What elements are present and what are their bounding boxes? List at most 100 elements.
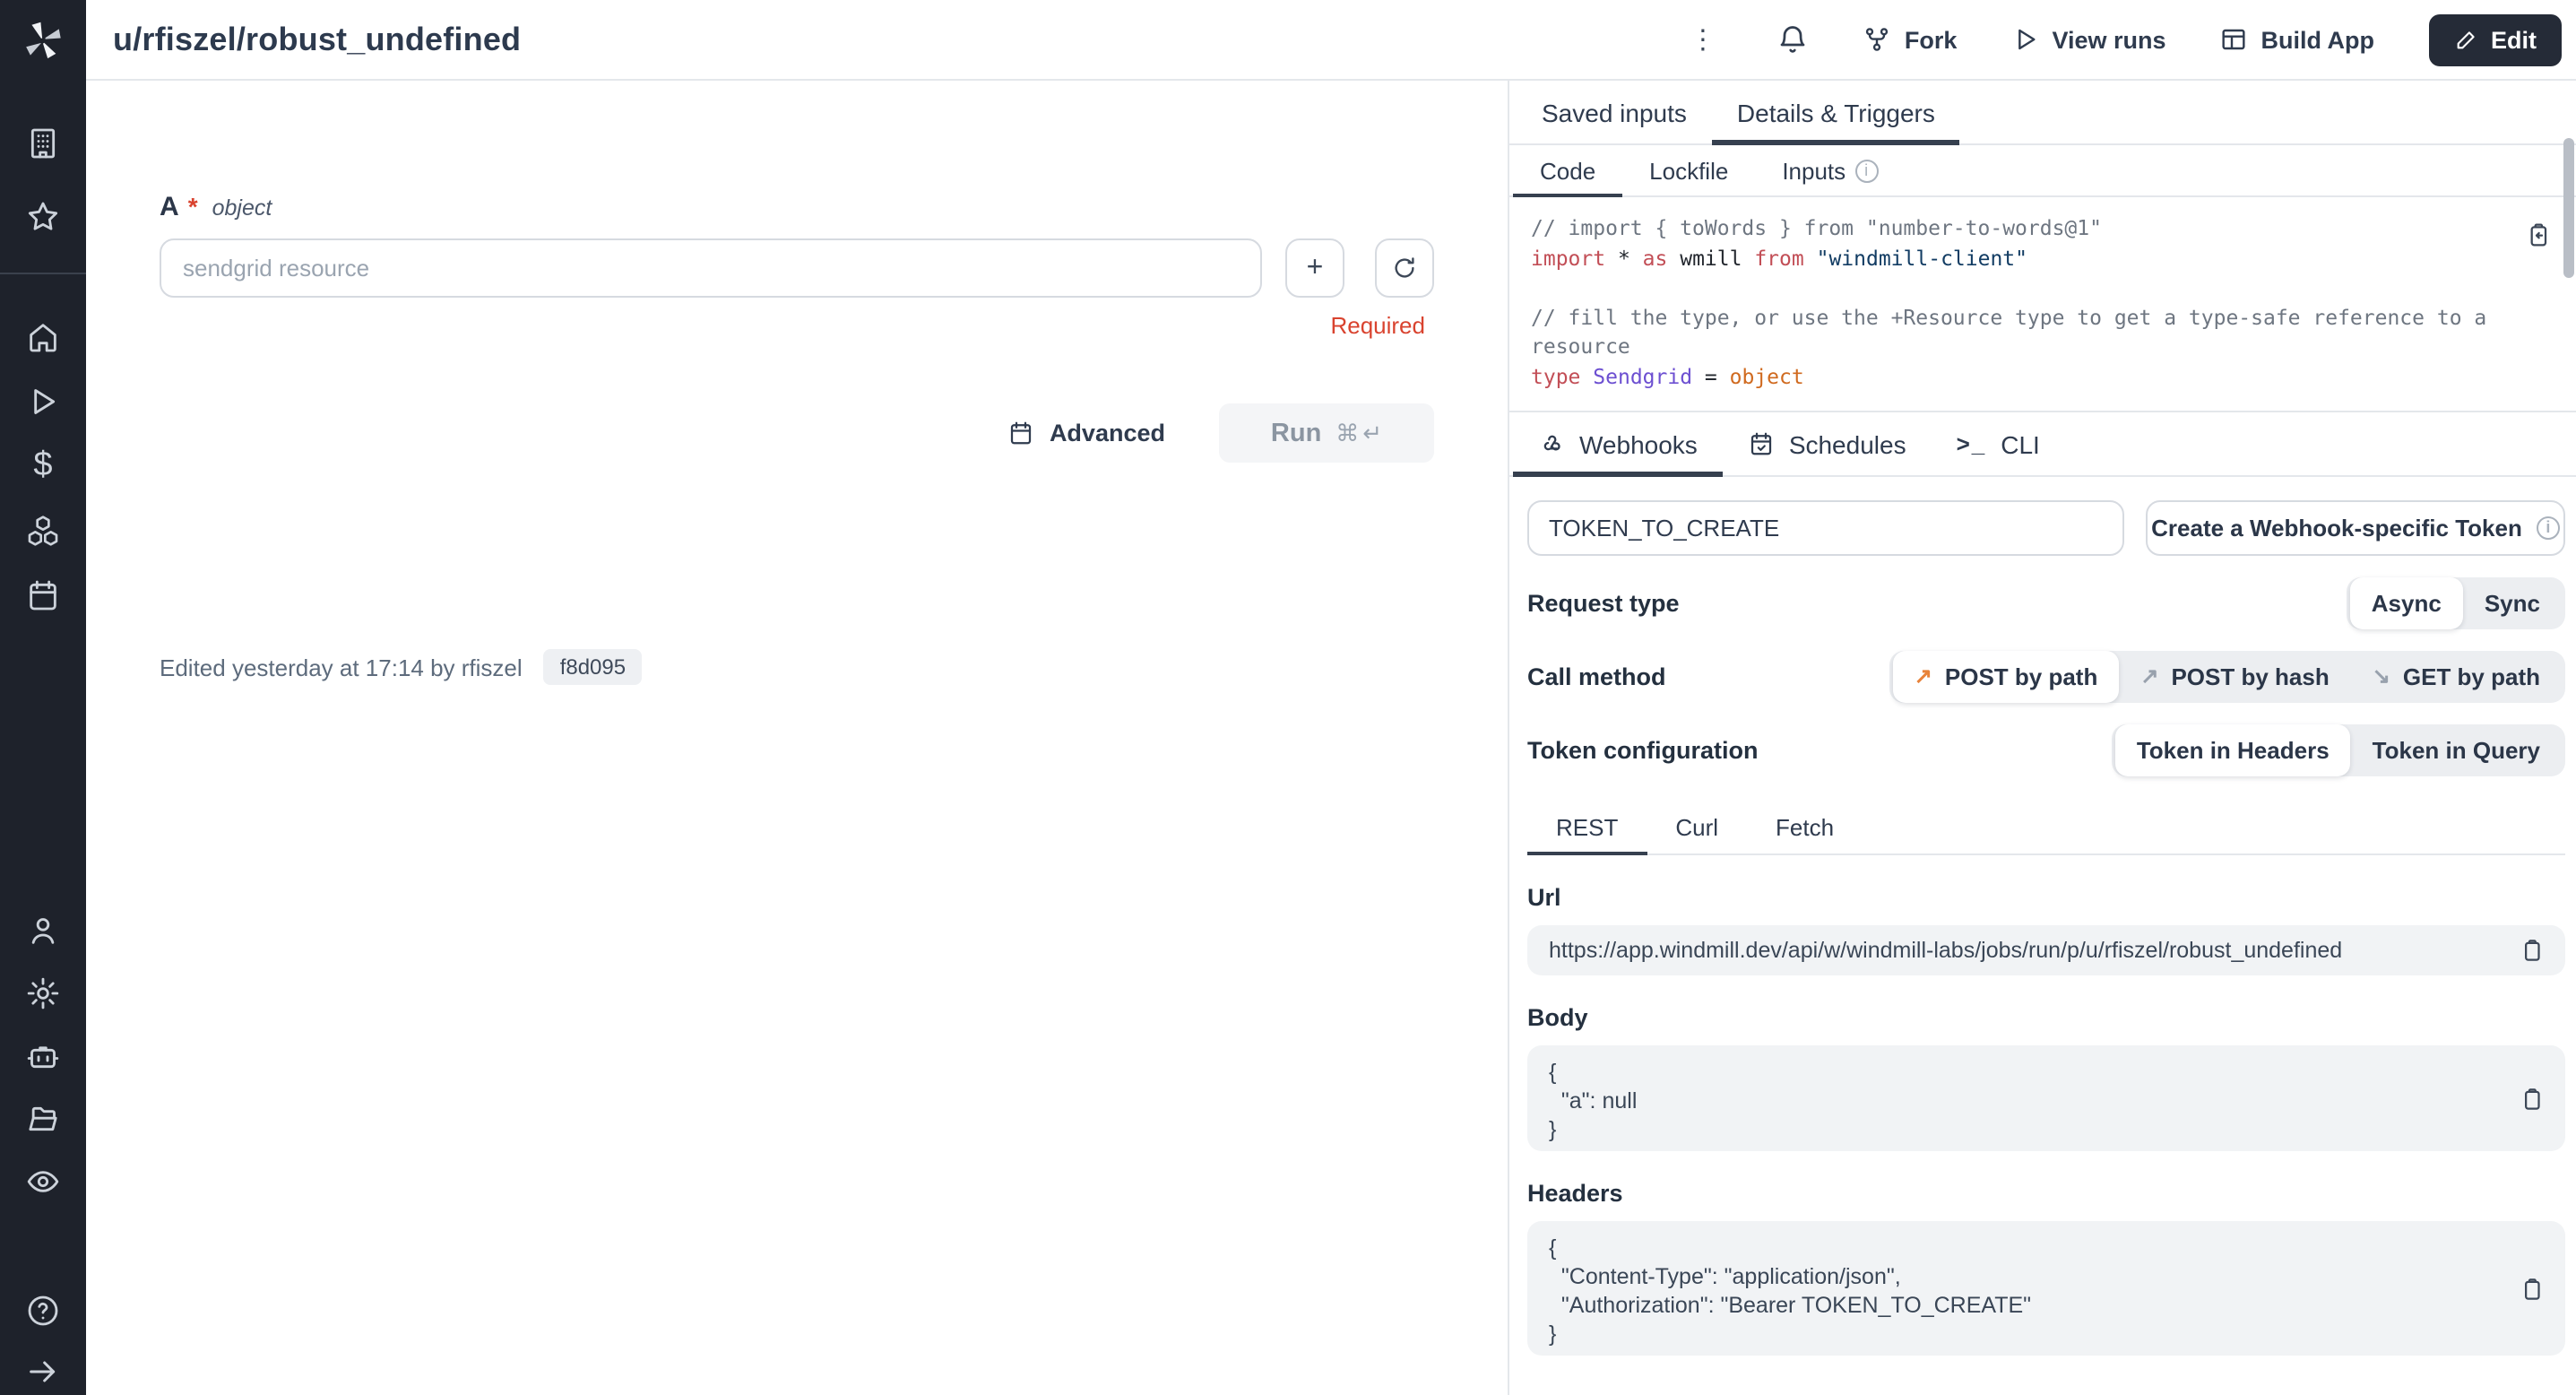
edit-button[interactable]: Edit [2428, 13, 2562, 65]
panel-scrollbar-thumb[interactable] [2563, 138, 2574, 278]
code-line [1531, 273, 2504, 302]
tab-webhooks[interactable]: Webhooks [1513, 412, 1723, 475]
run-form: A* object + Required Advanced Run ⌘↵ [86, 81, 1508, 1395]
view-runs-label: View runs [2052, 26, 2165, 53]
bell-icon[interactable] [1777, 23, 1810, 56]
schedules-calendar-icon[interactable] [25, 577, 61, 613]
sidebar-top-group [25, 126, 61, 235]
tab-inputs[interactable]: Inputs i [1755, 145, 1905, 195]
run-button[interactable]: Run ⌘↵ [1219, 403, 1434, 463]
sidebar: $ [0, 0, 86, 1395]
pencil-icon [2453, 27, 2478, 52]
copy-headers-icon[interactable] [2519, 1275, 2546, 1302]
copy-code-icon[interactable] [2524, 221, 2553, 249]
tab-code[interactable]: Code [1513, 145, 1622, 195]
request-type-label: Request type [1527, 589, 1680, 616]
tab-saved-inputs[interactable]: Saved inputs [1517, 81, 1712, 143]
more-vertical-icon[interactable]: ⋮ [1682, 23, 1724, 56]
tab-curl[interactable]: Curl [1647, 801, 1747, 853]
body-line: } [1549, 1115, 2504, 1144]
tab-schedules[interactable]: Schedules [1723, 412, 1932, 475]
windmill-script-page: $ [0, 0, 2576, 1395]
info-icon[interactable]: i [1854, 159, 1878, 182]
headers-line: "Authorization": "Bearer TOKEN_TO_CREATE… [1549, 1291, 2504, 1320]
users-person-icon[interactable] [25, 913, 61, 949]
tab-details-triggers[interactable]: Details & Triggers [1712, 81, 1960, 143]
build-app-label: Build App [2261, 26, 2375, 53]
sidebar-bottom-group [25, 1293, 61, 1390]
url-label: Url [1527, 884, 2565, 911]
option-get-by-path[interactable]: ↘ GET by path [2351, 654, 2562, 698]
git-fork-icon [1863, 25, 1892, 54]
workspace-building-icon[interactable] [25, 126, 61, 161]
topbar: u/rfiszel/robust_undefined ⋮ Fork View r… [86, 0, 2576, 81]
option-token-in-headers[interactable]: Token in Headers [2115, 723, 2351, 775]
refresh-button[interactable] [1375, 238, 1434, 298]
create-token-button[interactable]: Create a Webhook-specific Token i [2146, 500, 2565, 556]
resources-boxes-icon[interactable] [25, 513, 61, 549]
code-editor: // import { toWords } from "number-to-wo… [1531, 213, 2504, 391]
folders-folder-icon[interactable] [25, 1101, 61, 1137]
info-icon[interactable]: i [2537, 516, 2560, 540]
home-icon[interactable] [25, 319, 61, 355]
code-subtabs: Code Lockfile Inputs i [1509, 145, 2576, 197]
add-resource-button[interactable]: + [1285, 238, 1344, 298]
refresh-icon [1391, 255, 1418, 282]
call-method-label: Call method [1527, 663, 1666, 689]
run-row: Advanced Run ⌘↵ [160, 403, 1434, 463]
build-app-button[interactable]: Build App [2220, 25, 2375, 54]
panel-tabs: Saved inputs Details & Triggers [1509, 81, 2576, 145]
layout-grid-icon [2220, 25, 2249, 54]
webhooks-panel: Create a Webhook-specific Token i Reques… [1509, 477, 2576, 1356]
option-sync[interactable]: Sync [2463, 580, 2562, 625]
variables-dollar-icon[interactable]: $ [25, 448, 61, 484]
commit-hash-badge[interactable]: f8d095 [544, 649, 642, 685]
edited-text: Edited yesterday at 17:14 by rfiszel [160, 654, 523, 680]
workers-robot-icon[interactable] [25, 1038, 61, 1074]
headers-line: "Content-Type": "application/json", [1549, 1262, 2504, 1291]
details-panel: Saved inputs Details & Triggers Code Loc… [1508, 81, 2576, 1395]
terminal-icon: >_ [1957, 430, 1987, 457]
settings-gear-icon[interactable] [25, 975, 61, 1011]
option-post-by-path[interactable]: ↗ POST by path [1893, 650, 2120, 702]
headers-line: } [1549, 1320, 2504, 1348]
token-config-label: Token configuration [1527, 736, 1759, 763]
arrow-down-right-icon: ↘ [2373, 663, 2390, 689]
body-line: { [1549, 1058, 2504, 1087]
request-type-toggle: Async Sync [2347, 576, 2565, 628]
tab-inputs-label: Inputs [1782, 157, 1846, 184]
token-input[interactable] [1527, 500, 2124, 556]
favorites-star-icon[interactable] [25, 199, 61, 235]
audit-eye-icon[interactable] [25, 1164, 61, 1200]
tab-fetch[interactable]: Fetch [1747, 801, 1863, 853]
edited-row: Edited yesterday at 17:14 by rfiszel f8d… [160, 649, 1508, 685]
code-line: // fill the type, or use the +Resource t… [1531, 302, 2504, 361]
copy-body-icon[interactable] [2519, 1085, 2546, 1112]
option-token-in-query[interactable]: Token in Query [2351, 727, 2562, 772]
headers-label: Headers [1527, 1180, 2565, 1207]
call-method-row: Call method ↗ POST by path ↗ POST by has… [1527, 649, 2565, 703]
help-question-icon[interactable] [25, 1293, 61, 1329]
view-runs-button[interactable]: View runs [2010, 25, 2165, 54]
fork-button[interactable]: Fork [1863, 25, 1958, 54]
code-line: // import { toWords } from "number-to-wo… [1531, 213, 2504, 243]
runs-play-icon[interactable] [25, 384, 61, 420]
expand-arrow-icon[interactable] [25, 1354, 61, 1390]
tab-cli[interactable]: >_ CLI [1932, 412, 2065, 475]
sidebar-divider [0, 273, 86, 274]
play-icon [2010, 25, 2039, 54]
token-row: Create a Webhook-specific Token i [1527, 500, 2565, 556]
cli-label: CLI [2001, 429, 2040, 458]
advanced-button[interactable]: Advanced [1008, 420, 1165, 446]
topbar-actions: ⋮ Fork View runs Bui [1682, 13, 2562, 65]
windmill-logo[interactable] [20, 18, 66, 65]
option-async[interactable]: Async [2350, 576, 2463, 628]
webhooks-label: Webhooks [1579, 429, 1698, 458]
tab-rest[interactable]: REST [1527, 801, 1647, 853]
copy-url-icon[interactable] [2519, 937, 2546, 964]
resource-input[interactable] [160, 238, 1262, 298]
tab-lockfile[interactable]: Lockfile [1622, 145, 1755, 195]
required-note: Required [160, 312, 1425, 339]
option-post-by-hash[interactable]: ↗ POST by hash [2119, 654, 2350, 698]
token-config-toggle: Token in Headers Token in Query [2112, 723, 2565, 775]
